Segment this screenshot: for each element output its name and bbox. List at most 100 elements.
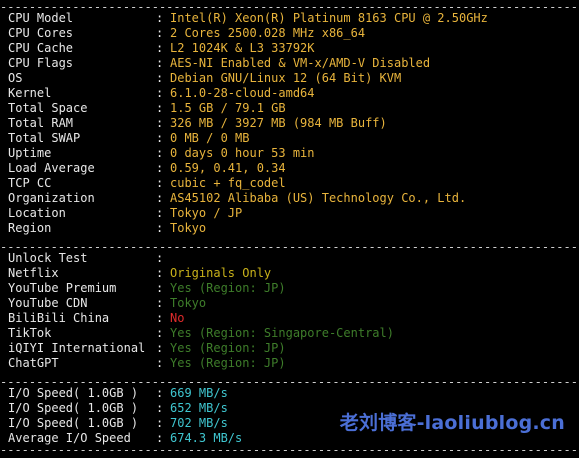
- info-row: CPU Flags: AES-NI Enabled & VM-x/AMD-V Di…: [8, 56, 579, 71]
- info-row: Total Space:1.5 GB / 79.1 GB: [8, 101, 579, 116]
- row-value: 652 MB/s: [170, 401, 228, 415]
- row-label: I/O Speed( 1.0GB ): [8, 401, 139, 415]
- info-row: Unlock Test:: [8, 251, 579, 266]
- row-value: AES-NI Enabled & VM-x/AMD-V Disabled: [170, 56, 431, 70]
- row-value: L2 1024K & L3 33792K: [170, 41, 315, 55]
- row-label: ChatGPT: [8, 356, 59, 370]
- row-value: Yes (Region: JP): [170, 341, 286, 355]
- row-label: Total RAM: [8, 116, 74, 130]
- row-separator: :: [156, 56, 164, 70]
- row-value: No: [170, 311, 185, 325]
- row-separator: :: [156, 401, 164, 415]
- info-row: Kernel:6.1.0-28-cloud-amd64: [8, 86, 579, 101]
- row-label: TCP CC: [8, 176, 52, 190]
- row-separator: :: [156, 221, 164, 235]
- row-separator: :: [156, 11, 164, 25]
- info-row: YouTube CDN: Tokyo: [8, 296, 579, 311]
- info-row: CPU Model: Intel(R) Xeon(R) Platinum 8163…: [8, 11, 579, 26]
- row-label: CPU Flags: [8, 56, 74, 70]
- row-label: I/O Speed( 1.0GB ): [8, 386, 139, 400]
- row-label: YouTube Premium: [8, 281, 117, 295]
- row-separator: :: [156, 266, 164, 280]
- row-separator: :: [156, 251, 164, 265]
- row-separator: :: [156, 191, 164, 205]
- info-row: BiliBili China: No: [8, 311, 579, 326]
- row-label: Kernel: [8, 86, 52, 100]
- row-separator: :: [156, 206, 164, 220]
- site-watermark: 老刘博客-laoliublog.cn: [339, 412, 565, 434]
- row-value: 0 MB / 0 MB: [170, 131, 250, 145]
- row-label: TikTok: [8, 326, 52, 340]
- row-separator: :: [156, 86, 164, 100]
- row-value: 669 MB/s: [170, 386, 228, 400]
- row-label: I/O Speed( 1.0GB ): [8, 416, 139, 430]
- row-label: CPU Cores: [8, 26, 74, 40]
- row-value: 6.1.0-28-cloud-amd64: [170, 86, 315, 100]
- row-separator: :: [156, 386, 164, 400]
- row-label: Total SWAP: [8, 131, 81, 145]
- row-separator: :: [156, 116, 164, 130]
- row-label: Netflix: [8, 266, 59, 280]
- row-value: Yes (Region: Singapore-Central): [170, 326, 394, 340]
- info-row: YouTube Premium: Yes (Region: JP): [8, 281, 579, 296]
- info-row: TikTok: Yes (Region: Singapore-Central): [8, 326, 579, 341]
- row-value: Yes (Region: JP): [170, 281, 286, 295]
- row-value: 1.5 GB / 79.1 GB: [170, 101, 286, 115]
- row-value: Intel(R) Xeon(R) Platinum 8163 CPU @ 2.5…: [170, 11, 488, 25]
- row-value: 2 Cores 2500.028 MHz x86_64: [170, 26, 366, 40]
- info-row: CPU Cores:2 Cores 2500.028 MHz x86_64: [8, 26, 579, 41]
- info-row: Load Average:0.59, 0.41, 0.34: [8, 161, 579, 176]
- row-value: Yes (Region: JP): [170, 356, 286, 370]
- row-separator: :: [156, 176, 164, 190]
- info-row: OS: Debian GNU/Linux 12 (64 Bit) KVM: [8, 71, 579, 86]
- info-row: ChatGPT: Yes (Region: JP): [8, 356, 579, 371]
- row-label: Region: [8, 221, 52, 235]
- row-label: Unlock Test: [8, 251, 88, 265]
- row-label: CPU Cache: [8, 41, 74, 55]
- row-label: iQIYI International: [8, 341, 146, 355]
- row-label: Organization: [8, 191, 95, 205]
- row-separator: :: [156, 296, 164, 310]
- row-value: Debian GNU/Linux 12 (64 Bit) KVM: [170, 71, 402, 85]
- row-label: Uptime: [8, 146, 52, 160]
- row-label: Location: [8, 206, 66, 220]
- info-row: CPU Cache: L2 1024K & L3 33792K: [8, 41, 579, 56]
- row-separator: :: [156, 341, 164, 355]
- row-separator: :: [156, 326, 164, 340]
- row-separator: :: [156, 146, 164, 160]
- row-value: cubic + fq_codel: [170, 176, 286, 190]
- row-value: AS45102 Alibaba (US) Technology Co., Ltd…: [170, 191, 467, 205]
- row-value: Tokyo / JP: [170, 206, 243, 220]
- row-separator: :: [156, 311, 164, 325]
- info-row: I/O Speed( 1.0GB ):669 MB/s: [8, 386, 579, 401]
- row-value: 326 MB / 3927 MB (984 MB Buff): [170, 116, 387, 130]
- row-separator: :: [156, 101, 164, 115]
- row-label: YouTube CDN: [8, 296, 88, 310]
- row-separator: :: [156, 161, 164, 175]
- row-separator: :: [156, 71, 164, 85]
- terminal-output: ----------------------------------------…: [0, 0, 579, 458]
- info-row: Netflix: Originals Only: [8, 266, 579, 281]
- info-row: Organization: AS45102 Alibaba (US) Techno…: [8, 191, 579, 206]
- separator-rule: ----------------------------------------…: [0, 443, 579, 457]
- info-row: Uptime:0 days 0 hour 53 min: [8, 146, 579, 161]
- row-value: Tokyo: [170, 221, 207, 235]
- row-label: CPU Model: [8, 11, 74, 25]
- row-label: OS: [8, 71, 23, 85]
- row-value: 0.59, 0.41, 0.34: [170, 161, 286, 175]
- info-row: Region: Tokyo: [8, 221, 579, 236]
- row-separator: :: [156, 281, 164, 295]
- row-separator: :: [156, 26, 164, 40]
- row-separator: :: [156, 356, 164, 370]
- info-row: Total SWAP:0 MB / 0 MB: [8, 131, 579, 146]
- row-value: 0 days 0 hour 53 min: [170, 146, 315, 160]
- row-separator: :: [156, 416, 164, 430]
- info-row: TCP CC: cubic + fq_codel: [8, 176, 579, 191]
- info-row: Total RAM:326 MB / 3927 MB (984 MB Buff): [8, 116, 579, 131]
- row-label: Total Space: [8, 101, 88, 115]
- row-value: Originals Only: [170, 266, 272, 280]
- row-value: Tokyo: [170, 296, 207, 310]
- row-label: Load Average: [8, 161, 95, 175]
- info-row: iQIYI International: Yes (Region: JP): [8, 341, 579, 356]
- info-row: Location: Tokyo / JP: [8, 206, 579, 221]
